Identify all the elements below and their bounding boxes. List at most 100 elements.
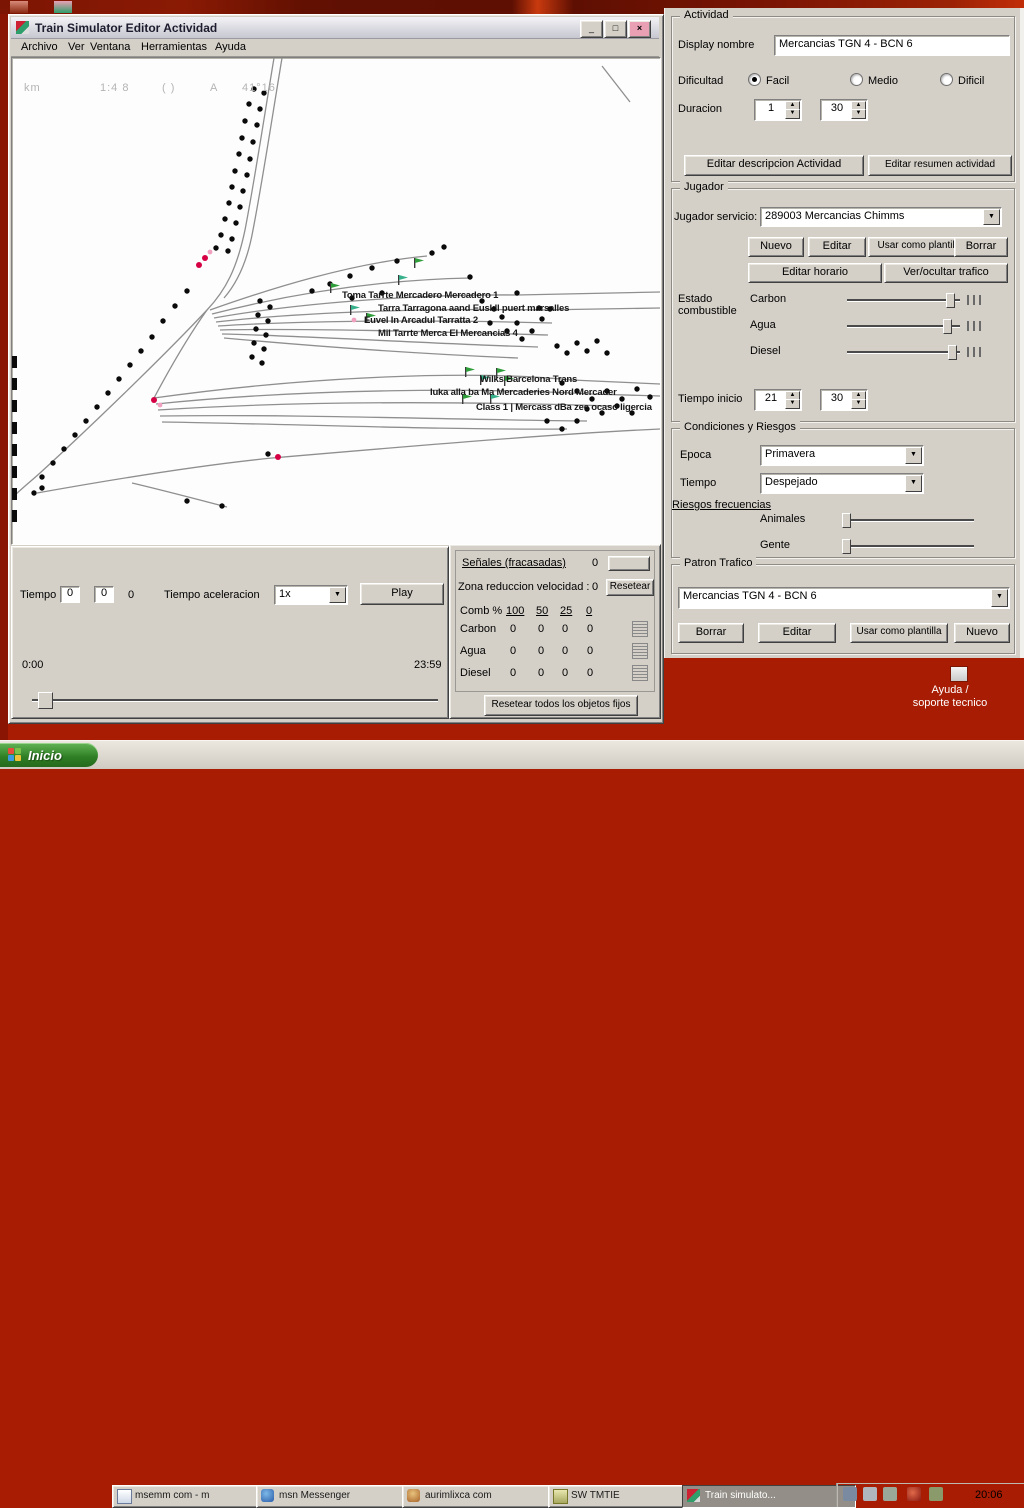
tray-volume-icon[interactable] — [863, 1487, 877, 1501]
signal-dot — [226, 200, 231, 205]
editar-descripcion-button[interactable]: Editar descripcion Actividad — [684, 155, 864, 176]
chevron-down-icon[interactable]: ▼ — [329, 587, 346, 603]
slider-thumb[interactable] — [948, 345, 957, 360]
carbon-slider[interactable] — [847, 299, 960, 301]
diesel-v50: 0 — [538, 667, 544, 679]
time-minutes-field[interactable]: 0 — [94, 586, 114, 603]
jugador-servicio-combo[interactable]: 289003 Mercancias Chimms ▼ — [760, 207, 1002, 227]
help-shortcut-label-1[interactable]: Ayuda / — [880, 684, 1020, 696]
maximize-button[interactable]: □ — [604, 20, 627, 38]
accel-combo[interactable]: 1x ▼ — [274, 585, 348, 605]
siding-flag-icon[interactable] — [414, 258, 424, 268]
slider-thumb[interactable] — [943, 319, 952, 334]
inicio-minutes-spinner[interactable]: 30 ▲ ▼ — [820, 389, 868, 411]
spinner-down-icon[interactable]: ▼ — [851, 109, 866, 119]
siding-flag-icon[interactable] — [398, 275, 408, 285]
time-slider-track[interactable] — [32, 699, 438, 701]
slider-thumb[interactable] — [842, 513, 851, 528]
map-edge-marker — [12, 400, 17, 412]
help-shortcut-label-2[interactable]: soporte tecnico — [880, 697, 1020, 709]
senales-reset-button[interactable] — [608, 556, 650, 571]
time-hours-field[interactable]: 0 — [60, 586, 80, 603]
spinner-down-icon[interactable]: ▼ — [785, 109, 800, 119]
menu-archivo[interactable]: Archivo — [21, 41, 58, 53]
tray-update-icon[interactable] — [929, 1487, 943, 1501]
taskbar-button-4[interactable]: Train simulato... — [682, 1485, 856, 1508]
agua-slider[interactable] — [847, 325, 960, 327]
epoca-combo[interactable]: Primavera ▼ — [760, 445, 924, 466]
route-map-view[interactable]: Toma Tarrte Mercadero Mercadero 1Tarra T… — [11, 57, 661, 545]
zona-reset-button[interactable]: Resetear — [606, 579, 654, 596]
tray-camera-icon[interactable] — [907, 1487, 921, 1501]
desktop-icon-fragment[interactable] — [54, 1, 72, 13]
minimize-button[interactable]: _ — [580, 20, 603, 38]
title-bar[interactable]: Train Simulator Editor Actividad _ □ × — [11, 17, 659, 39]
taskbar-clock[interactable]: 20:06 — [975, 1489, 1003, 1501]
signal-dot — [394, 258, 399, 263]
diesel-scrollbar[interactable] — [632, 665, 648, 681]
taskbar-button-1[interactable]: msn Messenger — [256, 1485, 420, 1508]
patron-editar-button[interactable]: Editar — [758, 623, 836, 643]
radio-icon[interactable] — [940, 73, 953, 86]
slider-thumb[interactable] — [946, 293, 955, 308]
chevron-down-icon[interactable]: ▼ — [905, 475, 922, 492]
tray-shield-icon[interactable] — [883, 1487, 897, 1501]
track-line — [224, 58, 282, 298]
reset-all-objects-button[interactable]: Resetear todos los objetos fijos — [484, 695, 638, 716]
editar-horario-button[interactable]: Editar horario — [748, 263, 882, 283]
signal-dot — [105, 390, 110, 395]
menu-ver[interactable]: Ver — [68, 41, 85, 53]
time-slider-thumb[interactable] — [38, 692, 53, 709]
patron-borrar-button[interactable]: Borrar — [678, 623, 744, 643]
servicio-borrar-button[interactable]: Borrar — [954, 237, 1008, 257]
comb-col-0: 0 — [586, 605, 592, 617]
chevron-down-icon[interactable]: ▼ — [905, 447, 922, 464]
track-map[interactable]: Toma Tarrte Mercadero Mercadero 1Tarra T… — [12, 58, 660, 544]
animales-slider[interactable] — [842, 519, 974, 521]
carbon-scrollbar[interactable] — [632, 621, 648, 637]
spinner-down-icon[interactable]: ▼ — [785, 399, 800, 409]
gente-slider[interactable] — [842, 545, 974, 547]
menu-ayuda[interactable]: Ayuda — [215, 41, 246, 53]
start-button[interactable]: Inicio — [0, 743, 98, 767]
inicio-hours-spinner[interactable]: 21 ▲ ▼ — [754, 389, 802, 411]
help-shortcut-icon[interactable] — [950, 666, 968, 682]
radio-facil[interactable]: Facil — [748, 73, 789, 87]
desktop-icon-fragment[interactable] — [10, 1, 28, 13]
duracion-hours-spinner[interactable]: 1 ▲ ▼ — [754, 99, 802, 121]
ver-ocultar-trafico-button[interactable]: Ver/ocultar trafico — [884, 263, 1008, 283]
duracion-minutes-spinner[interactable]: 30 ▲ ▼ — [820, 99, 868, 121]
radio-dificil[interactable]: Dificil — [940, 73, 984, 87]
map-edge-marker — [12, 422, 17, 434]
patron-plantilla-button[interactable]: Usar como plantilla — [850, 623, 948, 643]
taskbar-button-2[interactable]: aurimlixca com — [402, 1485, 566, 1508]
taskbar-button-3[interactable]: SW TMTIE — [548, 1485, 700, 1508]
tiempo-clima-combo[interactable]: Despejado ▼ — [760, 473, 924, 494]
close-button[interactable]: × — [628, 20, 651, 38]
servicio-editar-button[interactable]: Editar — [808, 237, 866, 257]
menu-ventana[interactable]: Ventana — [90, 41, 130, 53]
taskbar-button-0[interactable]: msemm com - m — [112, 1485, 274, 1508]
radio-icon[interactable] — [748, 73, 761, 86]
patron-combo[interactable]: Mercancias TGN 4 - BCN 6 ▼ — [678, 587, 1010, 609]
diesel-slider[interactable] — [847, 351, 960, 353]
map-edge-marker — [12, 378, 17, 390]
menu-herramientas[interactable]: Herramientas — [141, 41, 207, 53]
patron-nuevo-button[interactable]: Nuevo — [954, 623, 1010, 643]
editar-resumen-button[interactable]: Editar resumen actividad — [868, 155, 1012, 176]
tray-network-icon[interactable] — [843, 1487, 857, 1501]
track-line — [602, 66, 630, 102]
spinner-down-icon[interactable]: ▼ — [851, 399, 866, 409]
radio-medio[interactable]: Medio — [850, 73, 898, 87]
play-button[interactable]: Play — [360, 583, 444, 605]
siding-flag-icon[interactable] — [330, 283, 340, 293]
slider-thumb[interactable] — [842, 539, 851, 554]
chevron-down-icon[interactable]: ▼ — [983, 209, 1000, 225]
servicio-nuevo-button[interactable]: Nuevo — [748, 237, 804, 257]
agua-scrollbar[interactable] — [632, 643, 648, 659]
signal-dot — [257, 298, 262, 303]
display-nombre-input[interactable]: Mercancias TGN 4 - BCN 6 — [774, 35, 1010, 56]
siding-flag-icon[interactable] — [350, 305, 360, 315]
chevron-down-icon[interactable]: ▼ — [991, 589, 1008, 607]
radio-icon[interactable] — [850, 73, 863, 86]
